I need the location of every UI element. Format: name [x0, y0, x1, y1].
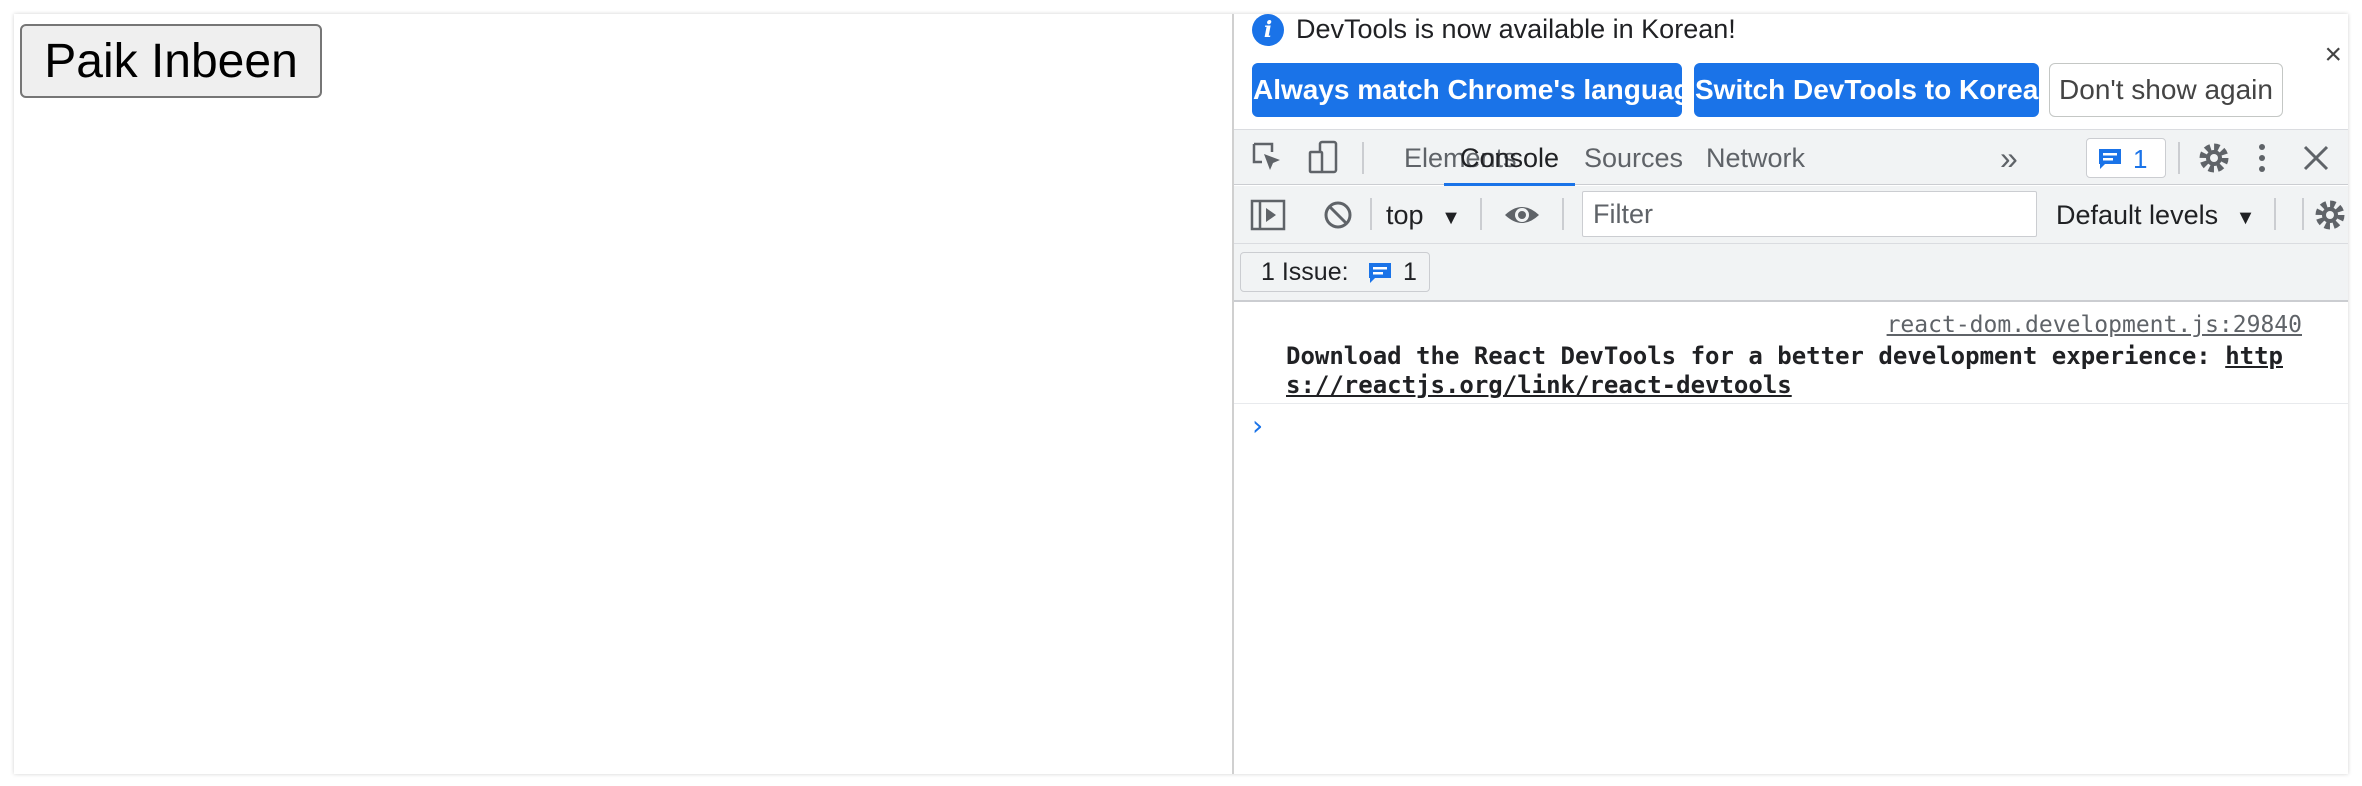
devtools-tabbar: Elements Console Sources Network » 1 [1234, 129, 2348, 186]
device-toolbar-icon[interactable] [1304, 138, 1344, 178]
toolbar-divider [1370, 198, 1372, 230]
message-text: Download the React DevTools for a better… [1286, 342, 2296, 400]
issues-counter-button[interactable]: 1 [2086, 138, 2166, 178]
tab-sources[interactable]: Sources [1568, 130, 1699, 186]
message-body: Download the React DevTools for a better… [1286, 342, 2226, 370]
issues-row-count: 1 [1403, 258, 1417, 286]
toolbar-divider [2302, 198, 2304, 230]
chevron-down-icon: ▼ [2235, 207, 2256, 229]
console-toolbar: top ▼ Default levels ▼ [1234, 186, 2348, 244]
toolbar-divider [1480, 198, 1482, 230]
infobar-message: DevTools is now available in Korean! [1296, 14, 1736, 44]
console-settings-gear-icon[interactable] [2310, 195, 2350, 235]
devtools-panel: i DevTools is now available in Korean! ×… [1232, 14, 2348, 774]
inspect-element-icon[interactable] [1248, 138, 1288, 178]
page-content: Paik Inbeen [14, 14, 1232, 774]
issues-link[interactable]: 1 Issue: 1 [1240, 252, 1430, 292]
issues-label: 1 Issue: [1261, 258, 1349, 286]
close-icon[interactable]: × [2324, 40, 2342, 70]
issues-bar: 1 Issue: 1 [1234, 244, 2348, 302]
toolbar-divider [2178, 142, 2180, 174]
message-icon [1369, 263, 1391, 283]
info-icon: i [1252, 14, 1284, 46]
gear-icon[interactable] [2194, 138, 2234, 178]
console-message: react-dom.development.js:29840 Download … [1234, 304, 2348, 404]
language-infobar: i DevTools is now available in Korean! ×… [1234, 14, 2348, 122]
paik-inbeen-button[interactable]: Paik Inbeen [20, 24, 322, 98]
console-prompt-icon[interactable]: › [1252, 406, 1263, 446]
console-output: react-dom.development.js:29840 Download … [1234, 304, 2348, 774]
toolbar-divider [2274, 198, 2276, 230]
sidebar-toggle-icon[interactable] [1248, 195, 1288, 235]
context-value: top [1386, 200, 1424, 230]
levels-value: Default levels [2056, 200, 2219, 230]
log-levels-dropdown[interactable]: Default levels ▼ [2056, 196, 2255, 234]
clear-console-icon[interactable] [1318, 195, 1358, 235]
always-match-language-button[interactable]: Always match Chrome's language [1252, 63, 1706, 117]
message-source-link[interactable]: react-dom.development.js:29840 [1887, 312, 2302, 338]
toolbar-divider [1562, 198, 1564, 230]
tab-console[interactable]: Console [1444, 130, 1576, 186]
tab-network[interactable]: Network [1690, 130, 1821, 186]
close-devtools-icon[interactable] [2296, 138, 2336, 178]
browser-viewport: Paik Inbeen i DevTools is now available … [14, 14, 2348, 774]
more-options-icon[interactable] [2242, 138, 2282, 178]
message-icon [2099, 149, 2121, 169]
context-selector[interactable]: top ▼ [1386, 196, 1461, 234]
eye-icon[interactable] [1502, 195, 1542, 235]
chevron-down-icon: ▼ [1441, 207, 1461, 229]
toolbar-divider [1362, 142, 1364, 174]
filter-input[interactable] [1582, 191, 2037, 237]
more-tabs-icon[interactable]: » [1994, 130, 2024, 186]
issues-count: 1 [2133, 144, 2148, 174]
dont-show-again-button[interactable]: Don't show again [2049, 63, 2283, 117]
switch-to-korean-button[interactable]: Switch DevTools to Korean [1694, 63, 2055, 117]
